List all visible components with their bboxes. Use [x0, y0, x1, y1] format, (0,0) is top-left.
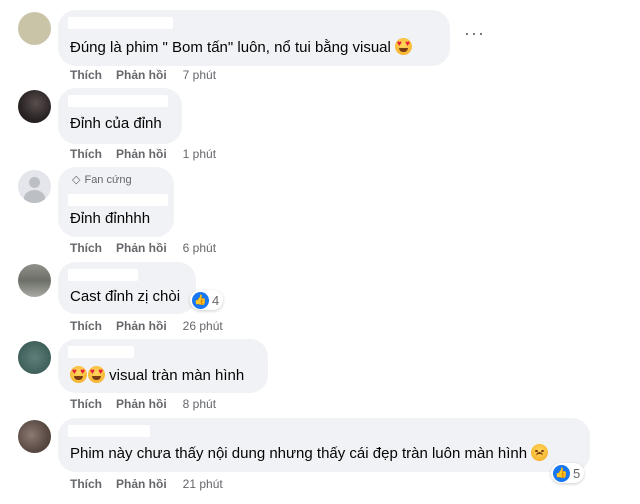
heart-eyes-emoji-icon	[88, 366, 105, 383]
sweat-smile-emoji-icon	[531, 444, 549, 461]
comment-text: Cast đỉnh zị chòi	[70, 288, 181, 305]
comment-text: Đúng là phim " Bom tấn" luôn, nổ tui bằn…	[70, 38, 413, 58]
like-button[interactable]: Thích	[70, 477, 102, 491]
avatar[interactable]	[18, 90, 51, 123]
comment-actions: Thích Phản hồi 21 phút	[70, 477, 223, 491]
comment-bubble: ◇ Fan cứng Đỉnh đỉnhhh	[58, 167, 174, 237]
comment-text: Đỉnh của đỉnh	[70, 115, 162, 132]
timestamp[interactable]: 7 phút	[183, 68, 216, 82]
like-button[interactable]: Thích	[70, 68, 102, 82]
timestamp[interactable]: 6 phút	[183, 241, 216, 255]
timestamp[interactable]: 8 phút	[183, 397, 216, 411]
like-reaction-icon: 👍	[192, 291, 209, 309]
commenter-name[interactable]	[68, 95, 168, 107]
comment-text: Phim này chưa thấy nội dung nhưng thấy c…	[70, 444, 549, 464]
fan-badge: ◇ Fan cứng	[72, 174, 132, 186]
reply-button[interactable]: Phản hồi	[116, 477, 167, 491]
like-button[interactable]: Thích	[70, 397, 102, 411]
timestamp[interactable]: 21 phút	[183, 477, 223, 491]
reply-button[interactable]: Phản hồi	[116, 397, 167, 411]
commenter-name[interactable]	[68, 194, 168, 206]
avatar[interactable]	[18, 12, 51, 45]
avatar[interactable]	[18, 420, 51, 453]
commenter-name[interactable]	[68, 269, 138, 281]
reaction-summary[interactable]: 👍 5	[551, 463, 585, 483]
more-options-icon[interactable]: ···	[464, 24, 485, 42]
like-button[interactable]: Thích	[70, 241, 102, 255]
reply-button[interactable]: Phản hồi	[116, 241, 167, 255]
comment-bubble: Đỉnh của đỉnh	[58, 88, 182, 144]
reaction-summary[interactable]: 👍 4	[190, 290, 224, 310]
avatar[interactable]	[18, 341, 51, 374]
avatar[interactable]	[18, 264, 51, 297]
avatar[interactable]	[18, 170, 51, 203]
comment-bubble: Phim này chưa thấy nội dung nhưng thấy c…	[58, 418, 590, 472]
comment-bubble: Cast đỉnh zị chòi	[58, 262, 196, 314]
comment-actions: Thích Phản hồi 7 phút	[70, 68, 216, 82]
comment-bubble: visual tràn màn hình	[58, 339, 268, 393]
reply-button[interactable]: Phản hồi	[116, 68, 167, 82]
heart-eyes-emoji-icon	[395, 38, 413, 55]
comment-actions: Thích Phản hồi 8 phút	[70, 397, 216, 411]
default-avatar-icon	[29, 177, 40, 188]
timestamp[interactable]: 26 phút	[183, 319, 223, 333]
commenter-name[interactable]	[68, 17, 173, 29]
commenter-name[interactable]	[68, 425, 150, 437]
diamond-icon: ◇	[72, 174, 81, 186]
comment-bubble: Đúng là phim " Bom tấn" luôn, nổ tui bằn…	[58, 10, 450, 66]
reply-button[interactable]: Phản hồi	[116, 319, 167, 333]
heart-eyes-emoji-icon	[70, 366, 87, 383]
comment-text: Đỉnh đỉnhhh	[70, 210, 151, 227]
like-reaction-icon: 👍	[553, 464, 570, 482]
timestamp[interactable]: 1 phút	[183, 147, 216, 161]
comment-actions: Thích Phản hồi 1 phút	[70, 147, 216, 161]
comment-actions: Thích Phản hồi 26 phút	[70, 319, 223, 333]
like-button[interactable]: Thích	[70, 319, 102, 333]
comment-text: visual tràn màn hình	[70, 366, 244, 386]
reply-button[interactable]: Phản hồi	[116, 147, 167, 161]
like-button[interactable]: Thích	[70, 147, 102, 161]
commenter-name[interactable]	[68, 346, 134, 358]
comment-actions: Thích Phản hồi 6 phút	[70, 241, 216, 255]
